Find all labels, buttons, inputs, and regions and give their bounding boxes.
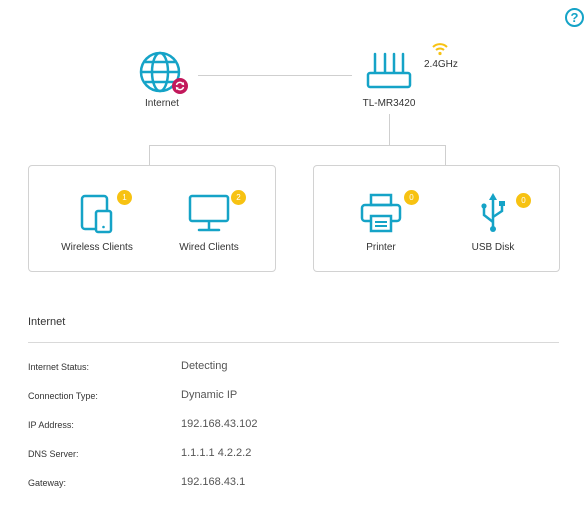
- internet-label: Internet: [145, 98, 179, 109]
- wired-clients-badge: 2: [231, 190, 246, 205]
- internet-section-title: Internet: [28, 316, 66, 328]
- monitor-icon: [188, 194, 230, 232]
- dns-server-value: 1.1.1.1 4.2.2.2: [181, 447, 252, 459]
- help-icon[interactable]: ?: [565, 8, 584, 27]
- usb-disk-label: USB Disk: [471, 242, 515, 253]
- internet-router-link: [198, 75, 352, 76]
- internet-status-label: Internet Status:: [28, 362, 90, 372]
- gateway-value: 192.168.43.1: [181, 476, 246, 488]
- internet-node[interactable]: [138, 50, 188, 96]
- gateway-label: Gateway:: [28, 478, 67, 488]
- tablet-phone-icon: [80, 194, 113, 234]
- info-row-ip-address: IP Address: 192.168.43.102: [28, 418, 559, 434]
- branch-right-line: [445, 145, 446, 165]
- connection-type-label: Connection Type:: [28, 391, 98, 401]
- wired-clients-label: Wired Clients: [179, 242, 239, 253]
- ip-address-label: IP Address:: [28, 420, 74, 430]
- router-icon: [366, 52, 412, 89]
- dns-server-label: DNS Server:: [28, 449, 79, 459]
- wireless-clients-label: Wireless Clients: [61, 242, 133, 253]
- usb-icon: [481, 193, 505, 232]
- section-divider: [28, 342, 559, 343]
- router-node[interactable]: [364, 52, 414, 92]
- printer-label: Printer: [366, 242, 396, 253]
- usb-disk-button[interactable]: USB Disk: [438, 192, 548, 253]
- info-row-connection-type: Connection Type: Dynamic IP: [28, 389, 559, 405]
- devices-panel: Printer 0 USB Disk 0: [313, 165, 560, 272]
- info-row-dns-server: DNS Server: 1.1.1.1 4.2.2.2: [28, 447, 559, 463]
- refresh-icon: [172, 78, 188, 94]
- ip-address-value: 192.168.43.102: [181, 418, 258, 430]
- clients-panel: Wireless Clients 1 Wired Clients 2: [28, 165, 276, 272]
- router-stem-line: [389, 114, 390, 146]
- wired-clients-button[interactable]: Wired Clients: [154, 192, 264, 253]
- wifi-icon: [432, 43, 448, 56]
- connection-type-value: Dynamic IP: [181, 389, 238, 401]
- branch-left-line: [149, 145, 150, 165]
- info-row-internet-status: Internet Status: Detecting: [28, 360, 559, 376]
- branch-horizontal-line: [149, 145, 446, 146]
- usb-disk-badge: 0: [516, 193, 531, 208]
- internet-status-value: Detecting: [181, 360, 228, 372]
- info-row-gateway: Gateway: 192.168.43.1: [28, 476, 559, 492]
- printer-icon: [360, 193, 402, 233]
- printer-button[interactable]: Printer: [326, 192, 436, 253]
- router-label: TL-MR3420: [362, 98, 416, 109]
- wireless-clients-badge: 1: [117, 190, 132, 205]
- printer-badge: 0: [404, 190, 419, 205]
- wireless-clients-button[interactable]: Wireless Clients: [42, 192, 152, 253]
- wifi-band-label: 2.4GHz: [424, 59, 458, 70]
